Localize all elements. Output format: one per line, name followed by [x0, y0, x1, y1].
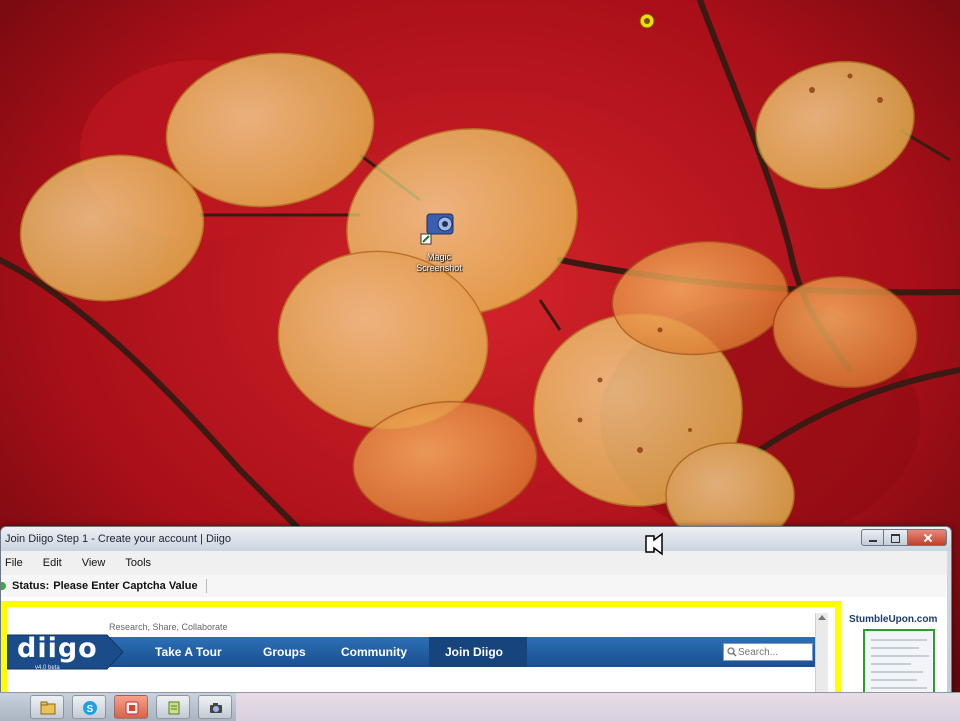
nav-community[interactable]: Community	[341, 645, 407, 659]
office-app-icon	[125, 701, 139, 715]
maximize-button[interactable]	[884, 529, 907, 546]
menu-bar: File Edit View Tools	[1, 551, 947, 576]
page-content: Research, Share, Collaborate diigo v4.0 …	[1, 597, 947, 697]
nav-groups[interactable]: Groups	[263, 645, 306, 659]
screen-recorder-click-indicator	[639, 13, 655, 29]
magic-screenshot-icon	[420, 213, 454, 245]
taskbar-office-button[interactable]	[114, 695, 148, 719]
notepad-icon	[168, 701, 180, 715]
minimize-button[interactable]	[861, 529, 884, 546]
window-title-bar[interactable]: Join Diigo Step 1 - Create your account …	[1, 527, 951, 551]
menu-edit[interactable]: Edit	[35, 557, 70, 569]
taskbar: S	[0, 692, 960, 721]
window-title: Join Diigo Step 1 - Create your account …	[5, 533, 232, 545]
menu-tools[interactable]: Tools	[117, 557, 159, 569]
scroll-up-arrow-icon[interactable]	[818, 615, 826, 620]
stumbleupon-panel: StumbleUpon.com	[843, 597, 947, 697]
taskbar-skype-button[interactable]: S	[72, 695, 106, 719]
diigo-tagline: Research, Share, Collaborate	[109, 622, 228, 632]
stumbleupon-thumbnail[interactable]	[863, 629, 935, 697]
status-label: Status:	[12, 580, 50, 592]
menu-file[interactable]: File	[1, 557, 31, 569]
diigo-navigation: diigo v4.0 beta Take A Tour Groups Commu…	[7, 633, 815, 671]
desktop-shortcut[interactable]: Magic Screenshot	[404, 206, 474, 274]
svg-text:S: S	[87, 704, 94, 715]
browser-window: Join Diigo Step 1 - Create your account …	[0, 526, 952, 698]
status-dot-icon	[1, 582, 6, 590]
nav-take-a-tour[interactable]: Take A Tour	[155, 645, 222, 659]
camera-icon	[210, 703, 222, 713]
page-scrollbar[interactable]	[815, 613, 828, 697]
taskbar-camera-button[interactable]	[198, 695, 232, 719]
stumbleupon-label[interactable]: StumbleUpon.com	[849, 614, 937, 625]
window-controls	[861, 529, 947, 547]
windows-explorer-icon	[40, 701, 56, 715]
taskbar-explorer-button[interactable]	[30, 695, 64, 719]
close-button[interactable]	[907, 529, 947, 546]
menu-view[interactable]: View	[74, 557, 114, 569]
desktop-shortcut-label: Magic Screenshot	[416, 252, 462, 273]
taskbar-empty-area	[236, 693, 960, 721]
status-text: Please Enter Captcha Value	[53, 580, 198, 592]
mouse-pointer-icon	[645, 532, 663, 556]
skype-icon: S	[83, 701, 97, 715]
status-bar: Status: Please Enter Captcha Value	[1, 575, 947, 598]
nav-join-diigo[interactable]: Join Diigo	[445, 645, 503, 659]
taskbar-notepad-button[interactable]	[156, 695, 190, 719]
diigo-logo[interactable]: diigo	[17, 633, 98, 664]
diigo-logo-version: v4.0 beta	[35, 665, 60, 671]
status-divider	[205, 579, 207, 593]
search-icon	[727, 647, 737, 657]
